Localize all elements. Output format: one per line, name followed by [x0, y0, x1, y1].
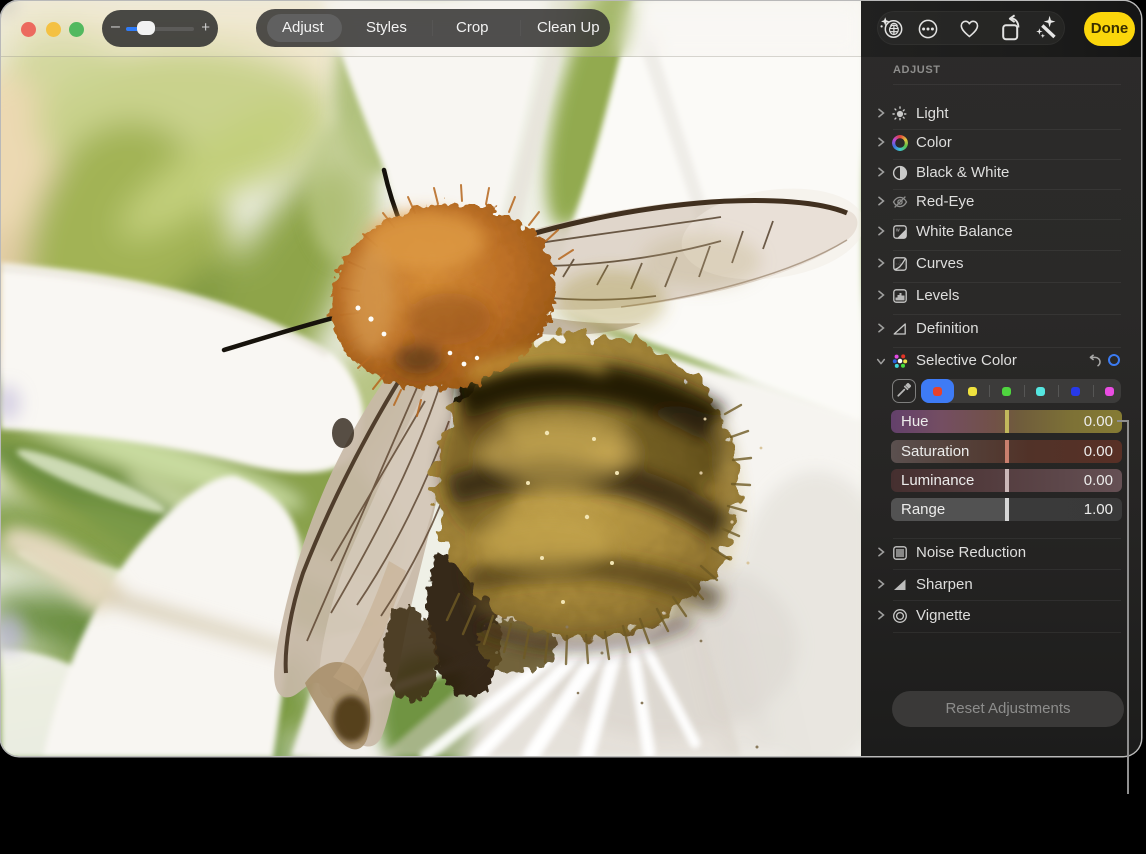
- svg-text:w: w: [896, 227, 900, 233]
